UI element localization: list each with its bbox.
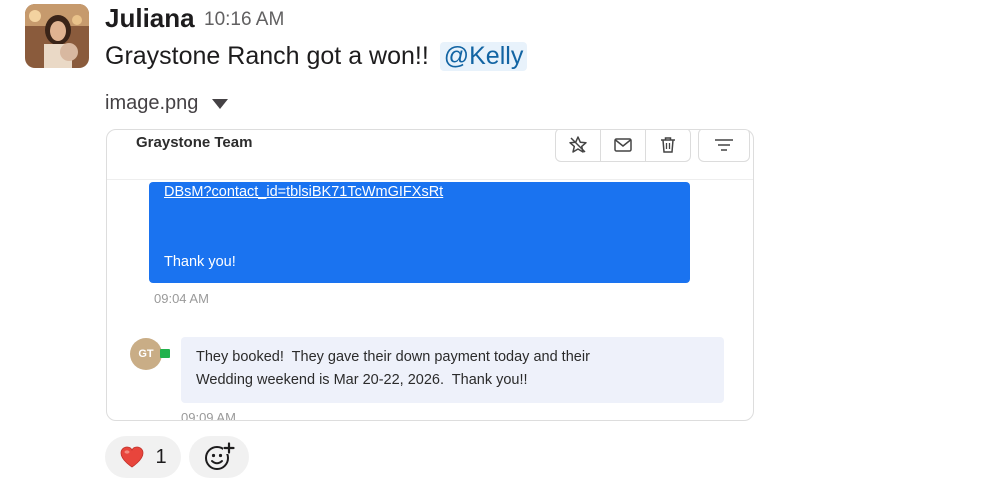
message-timestamp[interactable]: 10:16 AM: [204, 9, 284, 31]
message-text: Graystone Ranch got a won!! @Kelly: [105, 42, 528, 71]
filter-icon: [698, 130, 750, 162]
outgoing-time: 09:04 AM: [154, 291, 209, 306]
add-emoji-icon: [205, 442, 235, 470]
incoming-line-1: They booked! They gave their down paymen…: [196, 349, 590, 365]
trash-icon: [646, 130, 690, 161]
heart-icon: [121, 446, 144, 468]
attachment-filename[interactable]: image.png: [105, 92, 198, 115]
mention-link[interactable]: @Kelly: [439, 42, 528, 71]
incoming-time: 09:09 AM: [181, 410, 236, 421]
screenshot-toolbar: [555, 130, 691, 162]
reaction-count: 1: [155, 445, 167, 468]
avatar-photo: [25, 4, 89, 68]
screenshot-team-title: Graystone Team: [136, 134, 253, 151]
mail-icon: [601, 130, 646, 161]
reaction-heart[interactable]: 1: [105, 436, 181, 478]
sender-avatar[interactable]: [25, 4, 89, 68]
image-attachment[interactable]: Graystone Team DBsM?contact_id=tblsiBK71…: [106, 129, 754, 421]
outgoing-message-bubble: DBsM?contact_id=tblsiBK71TcWmGIFXsRt Tha…: [149, 182, 690, 283]
add-reaction-button[interactable]: [189, 436, 249, 478]
sender-name[interactable]: Juliana: [105, 3, 195, 34]
outgoing-thanks: Thank you!: [164, 254, 236, 270]
flag-icon: [160, 349, 170, 358]
star-remove-icon: [556, 130, 601, 161]
collapse-caret-icon[interactable]: [212, 98, 229, 109]
attachment-header: image.png: [105, 92, 229, 115]
incoming-message-bubble: They booked! They gave their down paymen…: [181, 337, 724, 403]
incoming-line-2: Wedding weekend is Mar 20-22, 2026. Than…: [196, 372, 528, 388]
message-body: Graystone Ranch got a won!!: [105, 42, 429, 70]
contact-link: DBsM?contact_id=tblsiBK71TcWmGIFXsRt: [164, 184, 444, 200]
gt-avatar: GT: [130, 338, 162, 370]
screenshot-header: Graystone Team: [107, 130, 753, 180]
